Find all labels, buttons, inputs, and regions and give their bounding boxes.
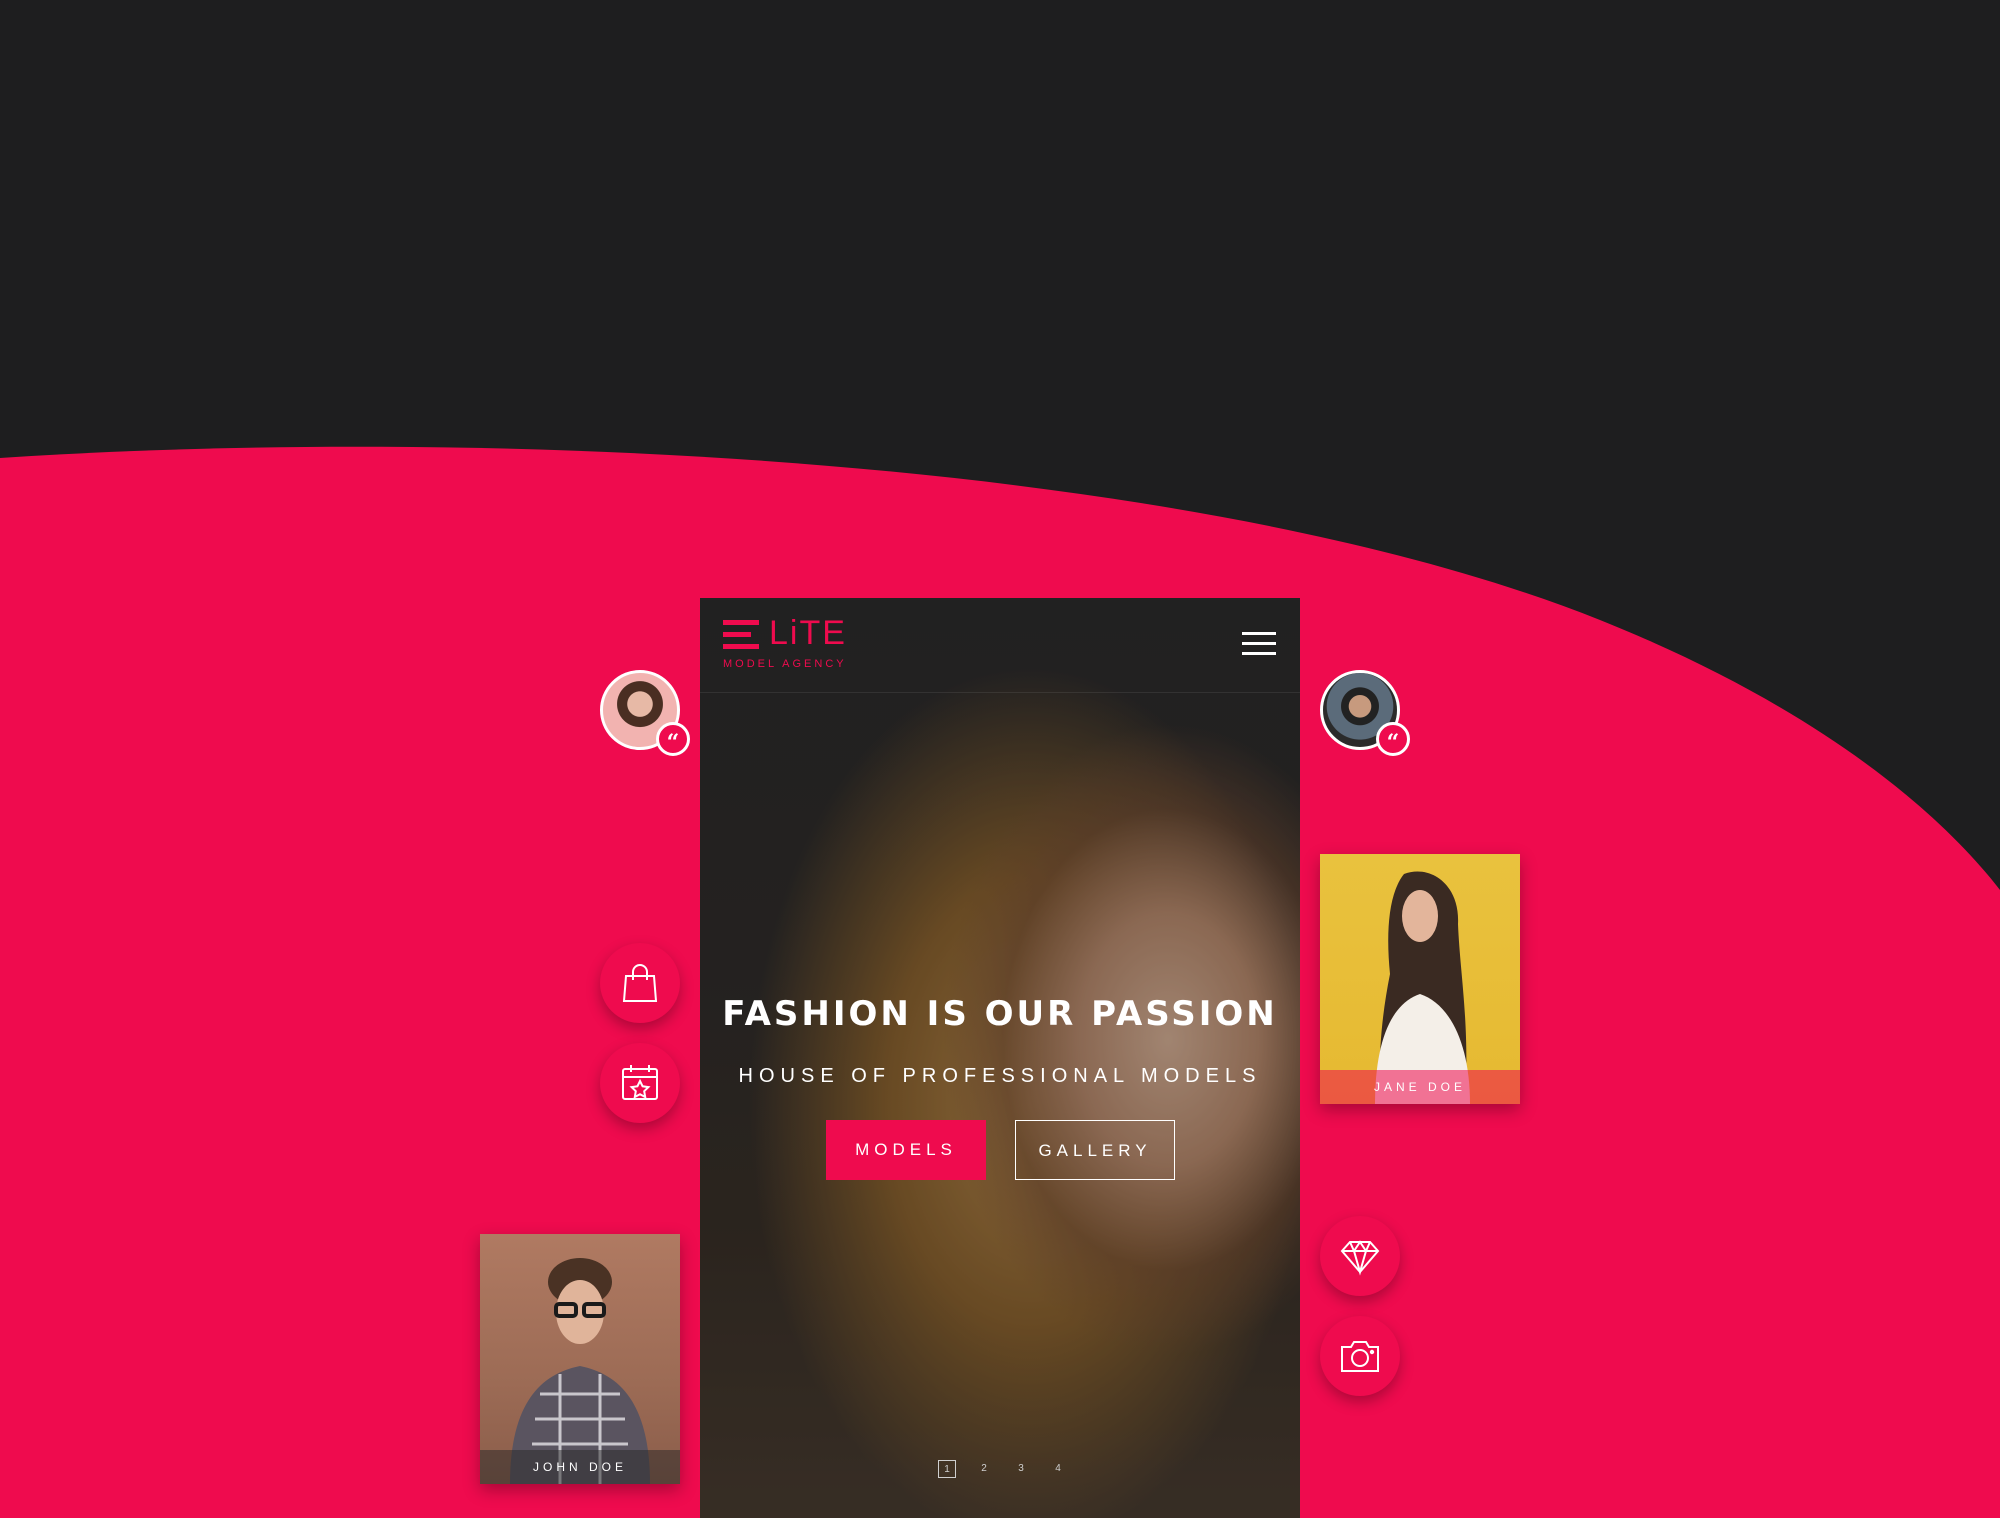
pager-dot-4[interactable]: 4 [1049,1460,1067,1478]
calendar-star-icon [622,1065,658,1100]
gallery-button[interactable]: GALLERY [1015,1120,1175,1180]
model-photo [510,1258,650,1484]
slider-pager: 1 2 3 4 [700,1460,1300,1484]
shop-button[interactable] [600,943,680,1023]
logo-tagline: MODEL AGENCY [723,658,847,670]
shopping-bag-icon [622,964,658,1002]
hero-subtitle: HOUSE OF PROFESSIONAL MODELS [738,1065,1262,1087]
hero-title: FASHION IS OUR PASSION [722,994,1278,1034]
hero-image-overlay [700,598,1300,1518]
site-header: LiTE MODEL AGENCY [700,598,1300,693]
photo-button[interactable] [1320,1316,1400,1396]
phone-mockup: LiTE MODEL AGENCY FASHION IS OUR PASSION… [700,598,1300,1518]
logo-word: LiTE [769,614,847,652]
camera-icon [1341,1341,1379,1372]
quote-icon: “ [656,722,690,756]
model-name: JOHN DOE [480,1450,680,1484]
diamond-icon [1340,1240,1380,1276]
model-card-john[interactable]: JOHN DOE [480,1234,680,1484]
premium-button[interactable] [1320,1216,1400,1296]
quote-icon: “ [1376,722,1410,756]
logo-e-bars [723,620,759,650]
model-name: JANE DOE [1320,1070,1520,1104]
testimonial-right[interactable]: “ [1320,670,1410,756]
model-card-jane[interactable]: JANE DOE [1320,854,1520,1104]
testimonial-left[interactable]: “ [600,670,690,756]
events-button[interactable] [600,1043,680,1123]
pager-dot-1[interactable]: 1 [938,1460,956,1478]
pager-dot-2[interactable]: 2 [975,1460,993,1478]
model-photo [1375,871,1470,1104]
pager-dot-3[interactable]: 3 [1012,1460,1030,1478]
menu-icon[interactable] [1242,632,1276,656]
models-button[interactable]: MODELS [826,1120,986,1180]
